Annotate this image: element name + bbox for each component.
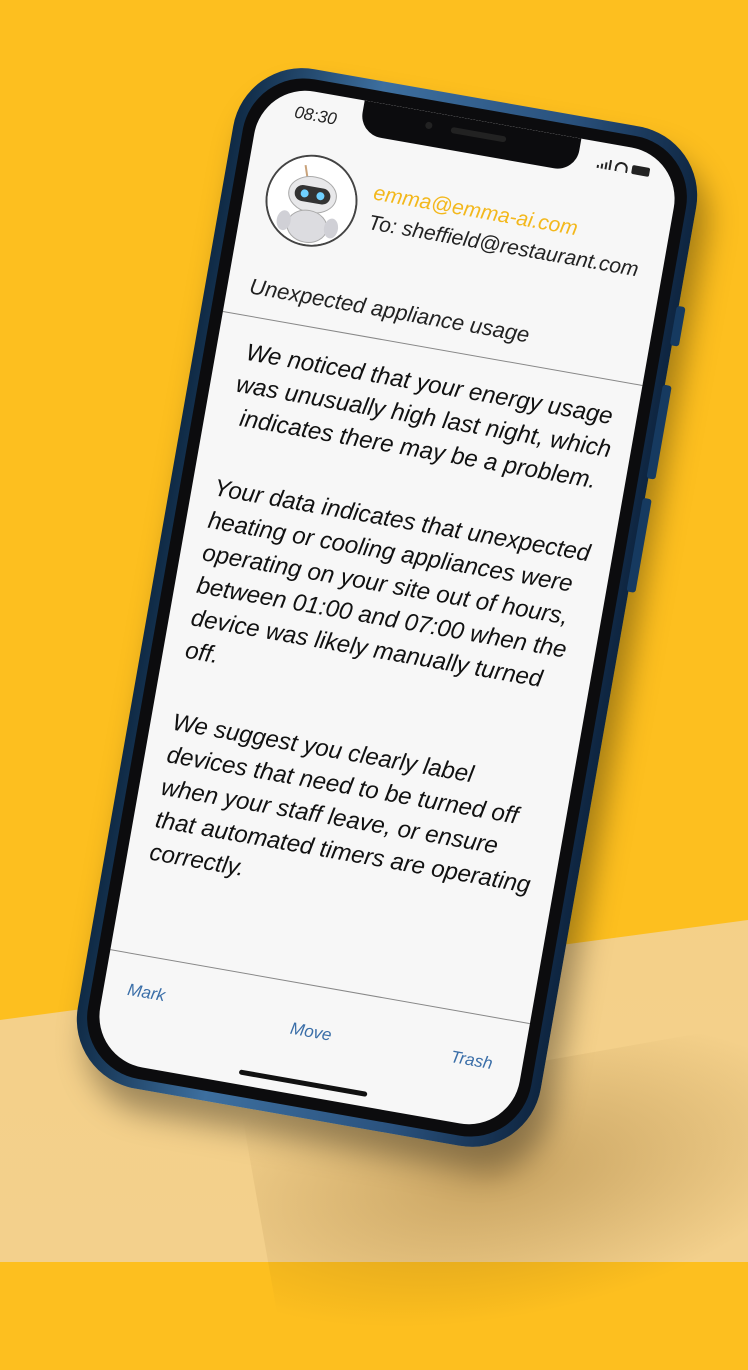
email-body: We noticed that your energy usage was un… — [140, 335, 623, 976]
status-time: 08:30 — [293, 102, 339, 129]
robot-avatar-icon[interactable] — [258, 147, 365, 254]
email-paragraph: Your data indicates that unexpected heat… — [183, 474, 593, 693]
trash-button[interactable]: Trash — [449, 1047, 494, 1074]
email-paragraph: We noticed that your energy usage was un… — [234, 338, 615, 495]
front-camera-icon — [424, 121, 433, 130]
move-button[interactable]: Move — [289, 1019, 333, 1046]
signal-icon — [596, 158, 613, 171]
status-icons — [596, 158, 651, 177]
wifi-icon — [614, 160, 629, 174]
email-paragraph: We suggest you clearly label devices tha… — [147, 708, 533, 899]
mark-button[interactable]: Mark — [126, 980, 167, 1006]
battery-icon — [631, 164, 651, 177]
earpiece-speaker — [450, 126, 507, 143]
